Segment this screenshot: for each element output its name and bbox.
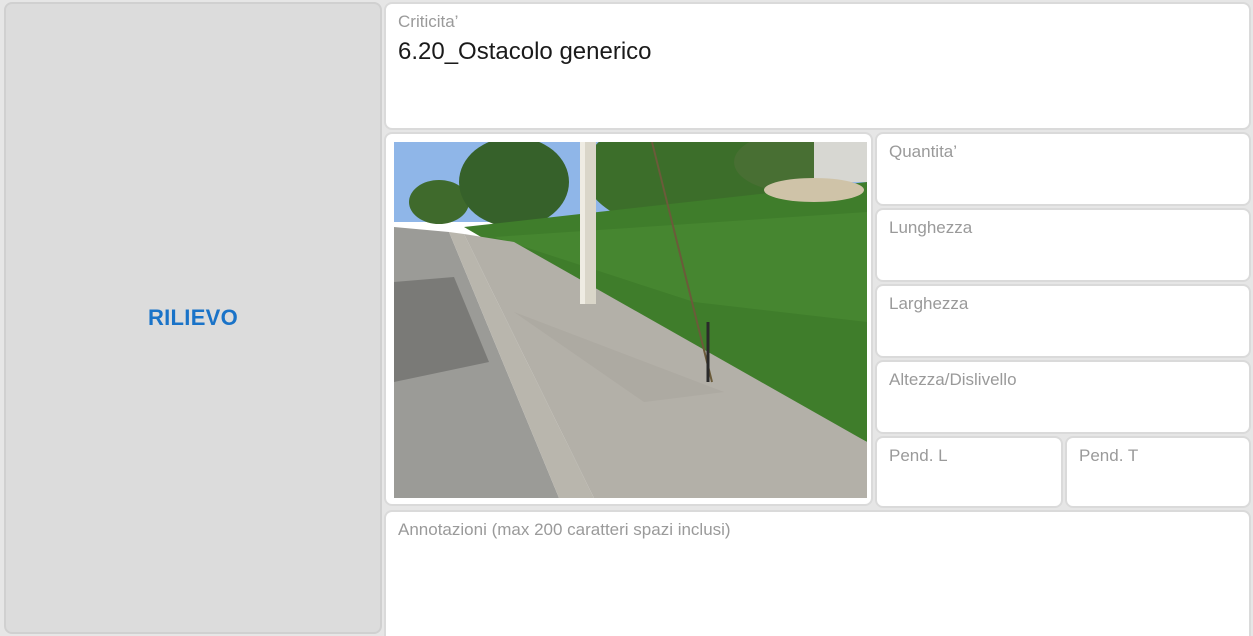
pend-t-field[interactable]: Pend. T [1065, 436, 1251, 508]
quantita-field[interactable]: Quantita’ [875, 132, 1251, 206]
pend-l-field[interactable]: Pend. L [875, 436, 1063, 508]
criticita-label: Criticita’ [398, 12, 459, 31]
section-sidebar: RILIEVO [4, 2, 382, 634]
photo-cell [384, 132, 873, 506]
lunghezza-label: Lunghezza [889, 218, 973, 237]
larghezza-label: Larghezza [889, 294, 969, 313]
annotazioni-label: Annotazioni (max 200 caratteri spazi inc… [398, 520, 731, 539]
survey-photo [394, 142, 867, 498]
altezza-field[interactable]: Altezza/Dislivello [875, 360, 1251, 434]
altezza-label: Altezza/Dislivello [889, 370, 1017, 389]
lunghezza-field[interactable]: Lunghezza [875, 208, 1251, 282]
pend-l-label: Pend. L [889, 446, 948, 465]
annotazioni-field[interactable]: Annotazioni (max 200 caratteri spazi inc… [384, 510, 1251, 636]
larghezza-field[interactable]: Larghezza [875, 284, 1251, 358]
criticita-value: 6.20_Ostacolo generico [398, 38, 652, 65]
pend-t-label: Pend. T [1079, 446, 1139, 465]
criticita-field[interactable]: Criticita’ 6.20_Ostacolo generico [384, 2, 1251, 130]
section-title: RILIEVO [147, 305, 239, 330]
quantita-label: Quantita’ [889, 142, 958, 161]
